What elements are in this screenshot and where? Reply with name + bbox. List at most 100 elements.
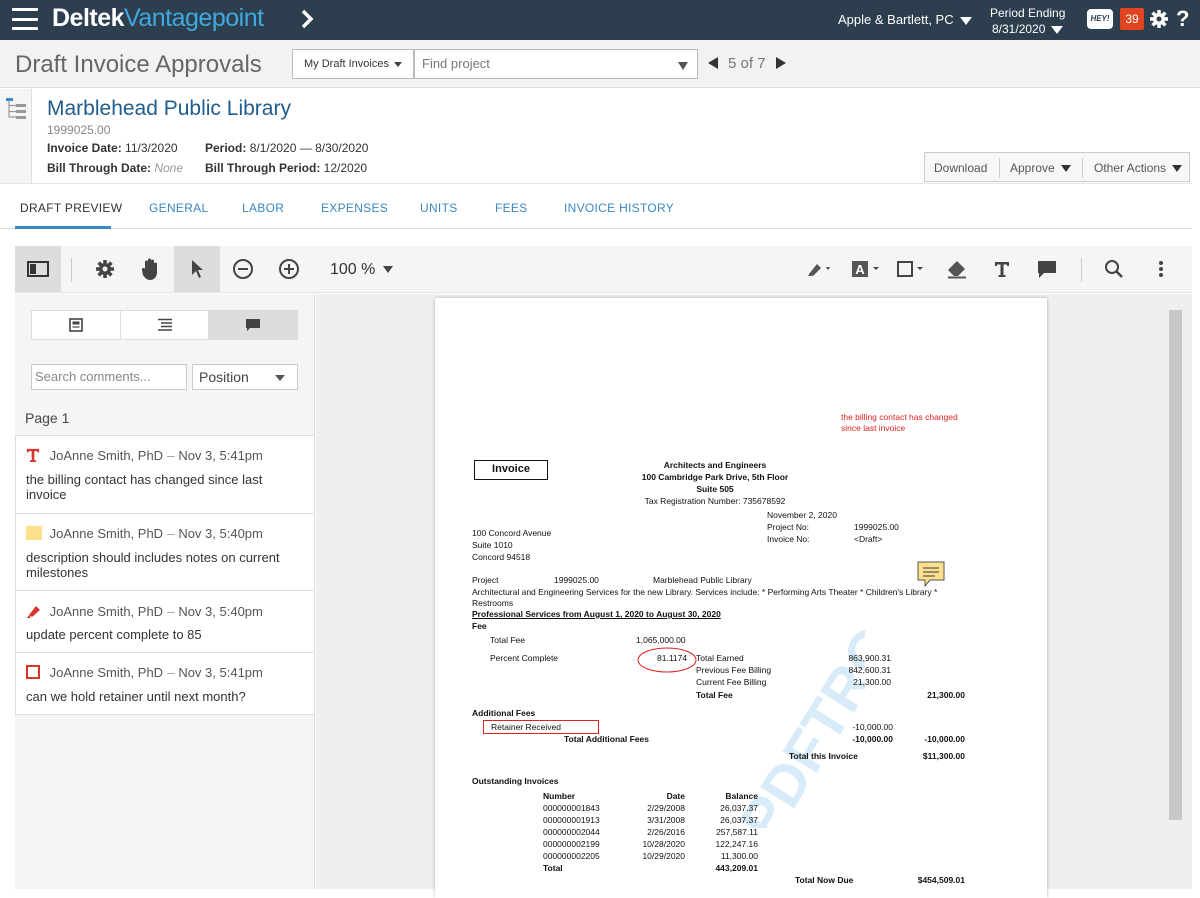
tab-draft-preview[interactable]: DRAFT PREVIEW <box>20 201 122 215</box>
outline-tab[interactable] <box>121 311 210 339</box>
svg-text:A: A <box>855 262 865 277</box>
other-actions-button[interactable]: Other Actions <box>1094 161 1183 175</box>
gear-icon[interactable] <box>1149 9 1169 29</box>
comment-item[interactable]: JoAnne Smith, PhD – Nov 3, 5:40pm update p… <box>15 591 314 653</box>
brand-logo[interactable]: DeltekVantagepoint <box>52 4 264 33</box>
chevron-down-icon <box>275 375 285 381</box>
comment-item[interactable]: JoAnne Smith, PhD – Nov 3, 5:41pm the bill… <box>15 436 314 514</box>
eraser-tool-button[interactable] <box>935 246 979 292</box>
company-selector[interactable]: Apple & Bartlett, PC <box>838 12 972 27</box>
period-selector[interactable]: Period Ending 8/31/2020 <box>990 5 1065 37</box>
help-icon[interactable]: ? <box>1176 6 1189 32</box>
find-project-input[interactable]: Find project <box>414 49 698 79</box>
outstanding-number: 000000002044 <box>543 827 600 837</box>
previous-billing-label: Previous Fee Billing <box>696 665 772 675</box>
approve-button[interactable]: Approve <box>1010 161 1055 175</box>
gear-icon <box>96 260 114 278</box>
chevron-down-icon <box>1172 165 1183 173</box>
comment-text: update percent complete to 85 <box>26 627 202 642</box>
thumbnails-tab[interactable] <box>32 311 121 339</box>
search-comments-input[interactable]: Search comments... <box>31 364 187 390</box>
invoice-title: Invoice <box>474 460 548 480</box>
text-style-tool-button[interactable]: A <box>845 246 889 292</box>
document-viewer[interactable]: PDFTRON the billing contact has changed … <box>316 294 1192 898</box>
settings-button[interactable] <box>82 246 128 292</box>
total-invoice: $11,300.00 <box>922 751 965 761</box>
project-name: Marblehead Public Library <box>47 97 291 120</box>
chevron-right-icon[interactable] <box>300 9 314 29</box>
select-tool-button[interactable] <box>174 246 220 292</box>
retainer-label[interactable]: Retainer Received <box>483 720 599 734</box>
menu-icon[interactable] <box>12 8 38 30</box>
hey-chat-icon[interactable]: HEY! <box>1087 9 1113 29</box>
invoice-page[interactable]: PDFTRON the billing contact has changed … <box>435 298 1047 898</box>
page-header: Draft Invoice Approvals My Draft Invoice… <box>0 40 1200 88</box>
view-select[interactable]: My Draft Invoices <box>292 49 414 79</box>
vertical-scrollbar[interactable] <box>1169 310 1182 820</box>
search-icon <box>1105 260 1123 278</box>
outstanding-balance: 122,247.16 <box>715 839 758 849</box>
more-options-button[interactable] <box>1139 246 1183 292</box>
rectangle-icon <box>26 665 46 682</box>
firm-name: Architects and Engineers <box>663 460 767 470</box>
chevron-down-icon[interactable] <box>678 62 688 70</box>
text-box-icon: A <box>852 261 879 277</box>
search-comments-placeholder: Search comments... <box>35 369 151 384</box>
panel-icon <box>27 261 49 277</box>
zoom-in-button[interactable] <box>266 246 312 292</box>
chevron-down-icon <box>393 61 402 67</box>
total-invoice-label: Total this Invoice <box>789 751 858 761</box>
previous-arrow-icon[interactable] <box>708 57 718 69</box>
highlighter-icon <box>808 264 830 276</box>
page-title: Draft Invoice Approvals <box>15 51 262 78</box>
outstanding-heading: Outstanding Invoices <box>472 776 559 786</box>
annotation-text-1[interactable]: the billing contact has changed <box>841 412 958 422</box>
project-name-on-page: Marblehead Public Library <box>653 575 752 585</box>
tab-labor[interactable]: LABOR <box>242 201 284 215</box>
highlight-tool-button[interactable] <box>799 246 843 292</box>
outstanding-total: 443,209.01 <box>715 863 758 873</box>
outstanding-number: 000000001843 <box>543 803 600 813</box>
project-info: Marblehead Public Library 1999025.00 Inv… <box>0 89 1200 183</box>
top-bar: DeltekVantagepoint Apple & Bartlett, PC … <box>0 0 1200 40</box>
period-field-label: Period: <box>205 141 247 155</box>
notification-badge[interactable]: 39 <box>1120 8 1144 30</box>
download-button[interactable]: Download <box>934 161 987 175</box>
hierarchy-icon[interactable] <box>4 96 28 120</box>
pan-tool-button[interactable] <box>128 246 174 292</box>
comment-author: JoAnne Smith, PhD <box>49 603 164 619</box>
comments-tab[interactable] <box>209 311 298 339</box>
project-sidebar <box>0 89 32 183</box>
sort-select[interactable]: Position <box>192 364 298 390</box>
note-icon[interactable] <box>916 560 946 588</box>
comment-item[interactable]: JoAnne Smith, PhD – Nov 3, 5:41pm can we h… <box>15 653 314 715</box>
invoice-no-label: Invoice No: <box>767 534 810 544</box>
comment-icon <box>1038 261 1056 278</box>
chevron-down-icon <box>383 266 394 274</box>
tab-fees[interactable]: FEES <box>495 201 528 215</box>
services-heading: Professional Services from August 1, 202… <box>472 609 721 619</box>
eraser-icon <box>948 261 966 279</box>
period-field-value: 8/1/2020 — 8/30/2020 <box>249 141 369 155</box>
annotation-text-2[interactable]: since last invoice <box>841 423 905 433</box>
zoom-out-button[interactable] <box>220 246 266 292</box>
free-text-tool-button[interactable] <box>980 246 1024 292</box>
zoom-select[interactable]: 100 % <box>330 261 394 279</box>
comment-item[interactable]: JoAnne Smith, PhD – Nov 3, 5:40pm descript… <box>15 514 314 591</box>
bill-through-period-field: Bill Through Period: 12/2020 <box>205 161 367 175</box>
tab-expenses[interactable]: EXPENSES <box>321 201 388 215</box>
outstanding-number: 000000002205 <box>543 851 600 861</box>
cursor-icon <box>192 260 203 278</box>
toggle-panel-button[interactable] <box>15 246 61 292</box>
search-button[interactable] <box>1092 246 1136 292</box>
shape-tool-button[interactable] <box>890 246 934 292</box>
total-fee: 1,065,000.00 <box>636 635 686 645</box>
approve-dropdown-icon[interactable] <box>1061 165 1071 172</box>
tab-units[interactable]: UNITS <box>420 201 458 215</box>
tab-general[interactable]: GENERAL <box>149 201 208 215</box>
tab-invoice-history[interactable]: INVOICE HISTORY <box>564 201 674 215</box>
next-arrow-icon[interactable] <box>775 57 786 69</box>
comment-tool-button[interactable] <box>1025 246 1069 292</box>
comment-time: Nov 3, 5:40pm <box>178 526 263 541</box>
project-number: 1999025.00 <box>47 123 111 137</box>
